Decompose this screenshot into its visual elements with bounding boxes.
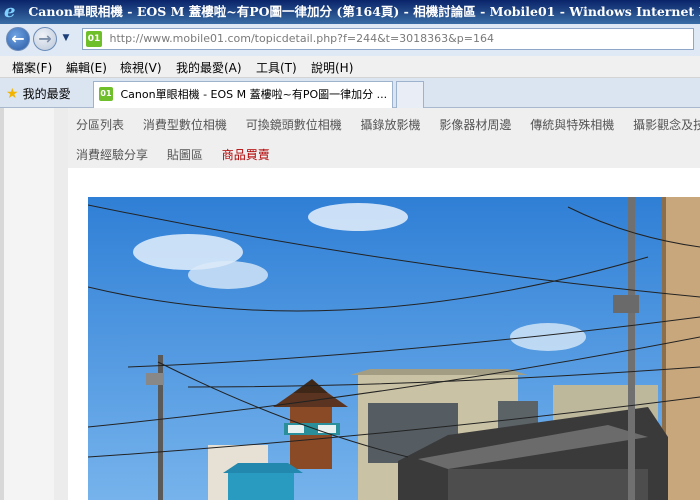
nav-link-techniques[interactable]: 攝影觀念及技術 <box>633 118 700 132</box>
nav-link-compact-cameras[interactable]: 消費型數位相機 <box>143 118 227 132</box>
page-content: 分區列表 消費型數位相機 可換鏡頭數位相機 攝錄放影機 影像器材周邊 傳統與特殊… <box>0 108 700 500</box>
address-input[interactable]: 01 http://www.mobile01.com/topicdetail.p… <box>82 28 694 50</box>
favorites-button[interactable]: ★ 我的最愛 <box>6 85 71 102</box>
menu-view[interactable]: 檢視(V) <box>120 59 162 76</box>
arrow-right-icon: → <box>38 29 52 48</box>
menu-bar: 檔案(F) 編輯(E) 檢視(V) 我的最愛(A) 工具(T) 說明(H) <box>0 56 700 78</box>
nav-link-interchangeable-cameras[interactable]: 可換鏡頭數位相機 <box>246 118 342 132</box>
site-favicon-icon: 01 <box>86 31 102 47</box>
chevron-down-icon: ▼ <box>62 33 70 43</box>
star-icon: ★ <box>6 86 19 102</box>
menu-favorites[interactable]: 我的最愛(A) <box>176 59 242 76</box>
arrow-left-icon: ← <box>11 29 25 48</box>
margin-edge <box>54 108 68 500</box>
cloud <box>308 203 408 231</box>
nav-link-marketplace[interactable]: 商品買賣 <box>222 148 270 162</box>
menu-help[interactable]: 說明(H) <box>311 59 353 76</box>
page-left-margin <box>0 108 68 500</box>
address-toolbar: ← → ▼ 01 http://www.mobile01.com/topicde… <box>0 24 700 56</box>
tab-active[interactable]: 01 Canon單眼相機 - EOS M 蓋樓啦~有PO圖一律加分 ... <box>93 81 393 108</box>
menu-file[interactable]: 檔案(F) <box>12 59 52 76</box>
url-text: http://www.mobile01.com/topicdetail.php?… <box>109 32 494 45</box>
menu-tools[interactable]: 工具(T) <box>256 59 297 76</box>
clock-tower <box>290 405 332 469</box>
tab-label: Canon單眼相機 - EOS M 蓋樓啦~有PO圖一律加分 ... <box>120 88 388 101</box>
browser-window: e Canon單眼相機 - EOS M 蓋樓啦~有PO圖一律加分 (第164頁)… <box>0 0 700 500</box>
nav-link-camcorders[interactable]: 攝錄放影機 <box>361 118 421 132</box>
cloud <box>188 261 268 289</box>
recent-pages-button[interactable]: ▼ <box>60 33 72 45</box>
utility-pole <box>628 197 635 500</box>
nav-link-photo-posts[interactable]: 貼圖區 <box>167 148 203 162</box>
nav-link-categories[interactable]: 分區列表 <box>76 118 124 132</box>
nav-link-accessories[interactable]: 影像器材周邊 <box>439 118 511 132</box>
cloud <box>510 323 586 351</box>
forum-nav-row-1: 分區列表 消費型數位相機 可換鏡頭數位相機 攝錄放影機 影像器材周邊 傳統與特殊… <box>76 116 700 133</box>
back-button[interactable]: ← <box>6 27 30 51</box>
nav-link-film-cameras[interactable]: 傳統與特殊相機 <box>530 118 614 132</box>
nav-link-experience[interactable]: 消費經驗分享 <box>76 148 148 162</box>
forum-nav: 分區列表 消費型數位相機 可換鏡頭數位相機 攝錄放影機 影像器材周邊 傳統與特殊… <box>68 108 700 168</box>
new-tab-button[interactable] <box>396 81 424 108</box>
favorites-label: 我的最愛 <box>22 87 71 101</box>
ie-icon: e <box>4 1 16 22</box>
forward-button[interactable]: → <box>33 27 57 51</box>
tab-bar: ★ 我的最愛 01 Canon單眼相機 - EOS M 蓋樓啦~有PO圖一律加分 … <box>0 78 700 108</box>
site-favicon-icon: 01 <box>99 87 113 101</box>
post-photo <box>88 197 700 500</box>
forum-nav-row-2: 消費經驗分享 貼圖區 商品買賣 <box>76 146 285 163</box>
title-bar: e Canon單眼相機 - EOS M 蓋樓啦~有PO圖一律加分 (第164頁)… <box>0 0 700 24</box>
window-title: Canon單眼相機 - EOS M 蓋樓啦~有PO圖一律加分 (第164頁) -… <box>28 4 700 19</box>
street-photo <box>88 197 700 500</box>
menu-edit[interactable]: 編輯(E) <box>66 59 107 76</box>
